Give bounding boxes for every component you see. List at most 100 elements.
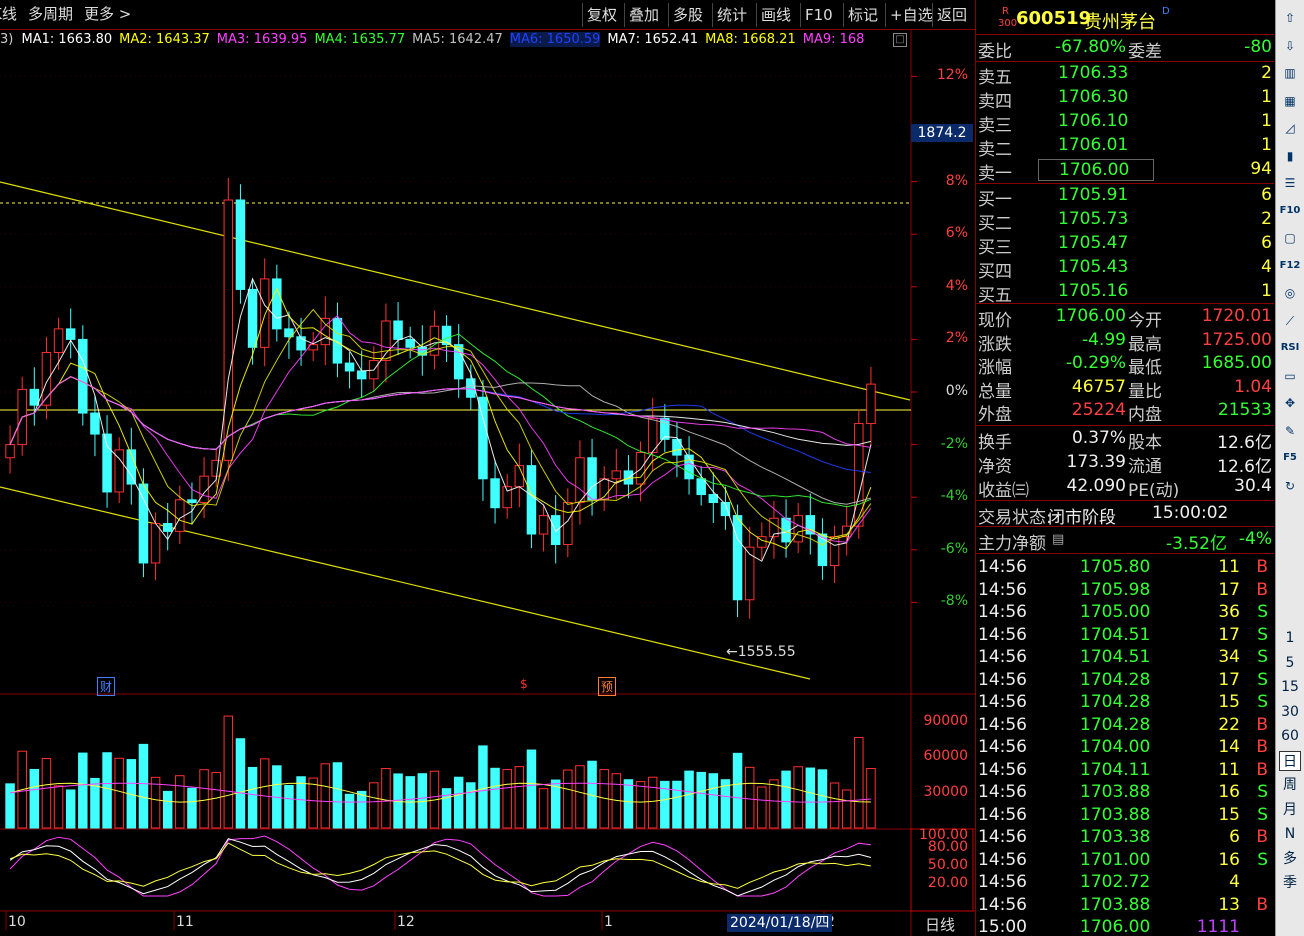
sell-row-2[interactable]: 卖二 1706.01 1 [976, 135, 1274, 160]
bars-icon[interactable]: ▥ [1279, 63, 1301, 83]
tick-row[interactable]: 14:56 1704.28 17 S [976, 670, 1274, 694]
period-label[interactable]: 日线 [925, 914, 955, 935]
quote-row-3[interactable]: 总量 46757 量比 1.04 [976, 377, 1274, 402]
period-7[interactable]: 月 [1279, 800, 1301, 820]
buy-row-3[interactable]: 买三 1705.47 6 [976, 233, 1274, 258]
period-8[interactable]: N [1279, 824, 1301, 844]
volume-bar [320, 763, 331, 829]
tick-side: S [1257, 624, 1268, 645]
f12-icon[interactable]: F12 [1279, 256, 1301, 276]
fund-row-1[interactable]: 净资 173.39 流通 12.6亿 [976, 452, 1274, 477]
sell-row-1[interactable]: 卖一 1706.00 94 [976, 159, 1274, 184]
marker-forecast[interactable]: 预 [598, 677, 617, 696]
buy-row-2[interactable]: 买二 1705.73 2 [976, 209, 1274, 234]
buy-row-4[interactable]: 买四 1705.43 4 [976, 257, 1274, 282]
f5-icon[interactable]: F5 [1279, 448, 1301, 468]
main-flow-pct: -4% [1238, 529, 1272, 549]
down-arrow-icon[interactable]: ⇩ [1279, 36, 1301, 56]
buy-row-5[interactable]: 买五 1705.16 1 [976, 281, 1274, 306]
period-10[interactable]: 季 [1279, 873, 1301, 893]
tick-time: 14:56 [978, 849, 1027, 870]
tick-row[interactable]: 14:56 1704.11 11 B [976, 760, 1274, 784]
fin-icon[interactable]: F10 [1279, 201, 1301, 221]
up-arrow-icon[interactable]: ⇧ [1279, 8, 1301, 28]
tick-row[interactable]: 14:56 1703.88 15 S [976, 805, 1274, 829]
candle-body [53, 328, 64, 354]
tick-row[interactable]: 14:56 1704.28 15 S [976, 692, 1274, 716]
tick-row[interactable]: 14:56 1703.88 16 S [976, 782, 1274, 806]
tick-time: 14:56 [978, 827, 1027, 847]
main-flow-row[interactable]: 主力净额 ▤ -3.52亿 -4% [976, 529, 1274, 554]
sell-vol: 1 [1261, 135, 1272, 155]
tick-price: 1703.88 [1080, 782, 1151, 802]
volume-bar [344, 793, 355, 829]
sell-row-3[interactable]: 卖三 1706.10 1 [976, 111, 1274, 136]
marker-finance[interactable]: 财 [97, 677, 116, 696]
doc-icon[interactable]: ▢ [1279, 228, 1301, 248]
sell-row-4[interactable]: 卖四 1706.30 1 [976, 87, 1274, 112]
move-icon[interactable]: ✥ [1279, 393, 1301, 413]
kline-icon[interactable]: ▮ [1279, 146, 1301, 166]
quote-label-2: 最低 [1128, 358, 1162, 379]
tick-row[interactable]: 14:56 1704.28 22 B [976, 715, 1274, 739]
tick-row[interactable]: 14:56 1704.51 17 S [976, 625, 1274, 649]
rsi-icon[interactable]: RSI [1279, 338, 1301, 358]
tick-vol: 15 [1218, 804, 1240, 825]
list-icon[interactable]: ☰ [1279, 173, 1301, 193]
tick-row[interactable]: 14:56 1702.72 4 [976, 872, 1274, 896]
candle-body [696, 478, 706, 496]
kline-chart[interactable] [0, 0, 975, 936]
period-3[interactable]: 30 [1279, 702, 1301, 722]
tick-row[interactable]: 14:56 1703.88 13 B [976, 895, 1274, 919]
candle-body [162, 523, 173, 532]
tick-row[interactable]: 14:56 1704.00 14 B [976, 737, 1274, 761]
sell-row-5[interactable]: 卖五 1706.33 2 [976, 63, 1274, 88]
chart-area[interactable]: K线 多周期 更多 > 复权 叠加 多股 统计 画线 F10 标记 +自选 返回… [0, 0, 975, 936]
marker-dividend[interactable]: $ [518, 677, 530, 691]
candle-body [732, 515, 743, 601]
tick-side: S [1257, 669, 1268, 690]
grid-icon[interactable]: ▦ [1279, 91, 1301, 111]
tick-row[interactable]: 14:56 1705.98 17 B [976, 580, 1274, 604]
fund-row-2[interactable]: 收益㈢ 42.090 PE(动) 30.4 [976, 476, 1274, 501]
candle-body [575, 457, 585, 503]
tick-row[interactable]: 15:00 1706.00 1111 [976, 917, 1274, 936]
chart-icon[interactable]: ◿ [1279, 118, 1301, 138]
period-2[interactable]: 15 [1279, 677, 1301, 697]
sell-label: 卖五 [978, 68, 1012, 88]
candle-body [78, 338, 88, 414]
main-flow-list-icon[interactable]: ▤ [1052, 532, 1064, 547]
quote-row-0[interactable]: 现价 1706.00 今开 1720.01 [976, 306, 1274, 331]
period-9[interactable]: 多 [1279, 849, 1301, 869]
refresh-icon[interactable]: ↻ [1279, 476, 1301, 496]
stock-header: R 300 600519 贵州茅台 D [976, 6, 1274, 34]
period-0[interactable]: 1 [1279, 628, 1301, 648]
fund-row-0[interactable]: 换手 0.37% 股本 12.6亿 [976, 428, 1274, 453]
trade-status-label: 交易状态: [978, 508, 1052, 528]
quote-row-4[interactable]: 外盘 25224 内盘 21533 [976, 400, 1274, 425]
sell-price: 1706.30 [1058, 87, 1129, 107]
sell-vol: 1 [1261, 87, 1272, 107]
period-4[interactable]: 60 [1279, 726, 1301, 746]
tick-row[interactable]: 14:56 1705.00 36 S [976, 602, 1274, 626]
rect-icon[interactable]: ▭ [1279, 366, 1301, 386]
tick-vol: 4 [1229, 872, 1240, 892]
tick-side: B [1256, 714, 1268, 735]
tick-row[interactable]: 14:56 1701.00 16 S [976, 850, 1274, 874]
tick-row[interactable]: 14:56 1704.51 34 S [976, 647, 1274, 671]
volume-tick-label: 30000 [923, 783, 968, 800]
quote-row-2[interactable]: 涨幅 -0.29% 最低 1685.00 [976, 353, 1274, 379]
period-6[interactable]: 周 [1279, 775, 1301, 795]
tick-side: B [1256, 759, 1268, 780]
quote-row-1[interactable]: 涨跌 -4.99 最高 1725.00 [976, 330, 1274, 355]
pen-icon[interactable]: ✎ [1279, 421, 1301, 441]
tick-row[interactable]: 14:56 1703.38 6 B [976, 827, 1274, 851]
trend-icon[interactable]: ⟋ [1279, 311, 1301, 331]
circle-icon[interactable]: ◎ [1279, 283, 1301, 303]
buy-row-1[interactable]: 买一 1705.91 6 [976, 185, 1274, 210]
volume-bar [732, 752, 743, 829]
period-5[interactable]: 日 [1279, 750, 1301, 771]
period-1[interactable]: 5 [1279, 653, 1301, 673]
tick-time: 14:56 [978, 647, 1027, 667]
tick-row[interactable]: 14:56 1705.80 11 B [976, 557, 1274, 581]
